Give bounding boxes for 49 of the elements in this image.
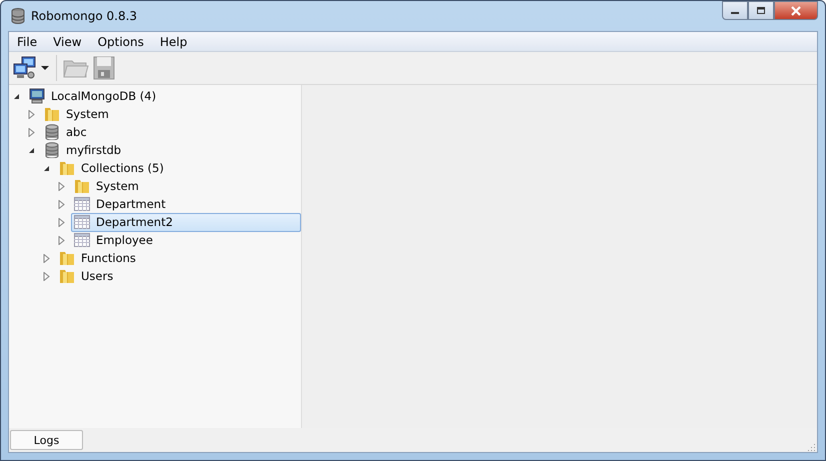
minimize-button[interactable] <box>722 1 748 20</box>
menu-item[interactable]: View <box>45 34 90 48</box>
tree-item[interactable]: Users <box>56 266 301 286</box>
maximize-icon <box>756 6 766 14</box>
table-icon <box>74 233 90 247</box>
computers-icon[interactable] <box>13 56 37 80</box>
table-icon <box>74 197 90 211</box>
database-icon <box>11 8 25 24</box>
window-title: Robomongo 0.8.3 <box>31 9 138 23</box>
tree-item[interactable]: myfirstdb <box>41 140 301 160</box>
tree-item[interactable]: abc <box>41 122 301 142</box>
table-icon <box>74 215 90 229</box>
maximize-button[interactable] <box>748 1 774 20</box>
tree-item[interactable]: Employee <box>71 230 301 250</box>
expand-arrow-icon[interactable] <box>58 236 67 244</box>
tree-item[interactable]: System <box>41 104 301 124</box>
folder-icon <box>59 250 75 266</box>
menu-item[interactable]: Options <box>90 34 152 48</box>
save-icon[interactable] <box>93 56 115 80</box>
expand-arrow-icon[interactable] <box>28 110 37 118</box>
collapse-arrow-icon[interactable] <box>43 164 52 172</box>
folder-icon <box>44 106 60 122</box>
logs-tab[interactable]: Logs <box>10 430 83 450</box>
tree-item[interactable]: Department <box>71 194 301 214</box>
collapse-arrow-icon[interactable] <box>13 92 22 100</box>
database-icon <box>44 142 60 158</box>
expand-arrow-icon[interactable] <box>28 128 37 136</box>
folder-icon <box>59 160 75 176</box>
tree-item[interactable]: Department2 <box>71 212 301 232</box>
tree-item[interactable]: LocalMongoDB (4) <box>26 86 301 106</box>
close-button[interactable] <box>774 1 818 20</box>
expand-arrow-icon[interactable] <box>43 272 52 280</box>
caret-icon[interactable] <box>41 65 50 71</box>
expand-arrow-icon[interactable] <box>58 218 67 226</box>
expand-arrow-icon[interactable] <box>43 254 52 262</box>
tree-item[interactable]: Functions <box>56 248 301 268</box>
folder-icon <box>59 268 75 284</box>
monitor-icon <box>29 88 45 104</box>
expand-arrow-icon[interactable] <box>58 200 67 208</box>
collapse-arrow-icon[interactable] <box>28 146 37 154</box>
menu-item[interactable]: File <box>9 34 46 48</box>
folder-icon <box>74 178 90 194</box>
database-icon <box>44 124 60 140</box>
expand-arrow-icon[interactable] <box>58 182 67 190</box>
close-icon <box>790 6 802 16</box>
menu-item[interactable]: Help <box>152 34 196 48</box>
tree-item[interactable]: System <box>71 176 301 196</box>
tree-item[interactable]: Collections (5) <box>56 158 301 178</box>
resize-grip-icon[interactable] <box>808 443 816 451</box>
